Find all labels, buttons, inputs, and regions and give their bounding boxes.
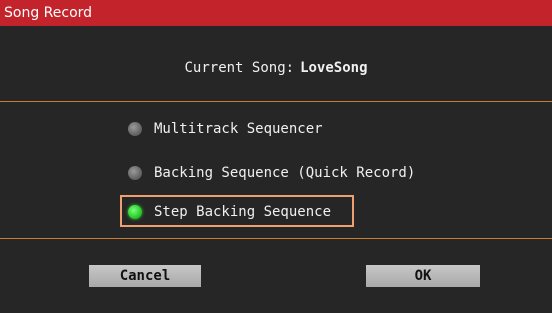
song-record-dialog: Song Record Current Song: LoveSong Multit…: [0, 0, 552, 313]
divider-top: [0, 101, 552, 102]
option-label: Step Backing Sequence: [154, 204, 332, 220]
option-label: Backing Sequence (Quick Record): [154, 165, 416, 181]
option-multitrack-sequencer[interactable]: Multitrack Sequencer: [128, 117, 323, 141]
radio-selected-icon[interactable]: [128, 205, 142, 219]
cancel-button[interactable]: Cancel: [89, 265, 201, 287]
current-song-row: Current Song: LoveSong: [0, 58, 552, 78]
ok-button[interactable]: OK: [366, 265, 480, 287]
option-step-backing-sequence[interactable]: Step Backing Sequence: [128, 200, 331, 224]
option-backing-sequence-quick-record[interactable]: Backing Sequence (Quick Record): [128, 161, 415, 185]
current-song-name: LoveSong: [300, 60, 368, 76]
radio-icon[interactable]: [128, 122, 142, 136]
current-song-label: Current Song:: [184, 60, 295, 76]
option-label: Multitrack Sequencer: [154, 121, 323, 137]
divider-bottom: [0, 238, 552, 239]
radio-icon[interactable]: [128, 166, 142, 180]
dialog-title: Song Record: [0, 0, 552, 26]
